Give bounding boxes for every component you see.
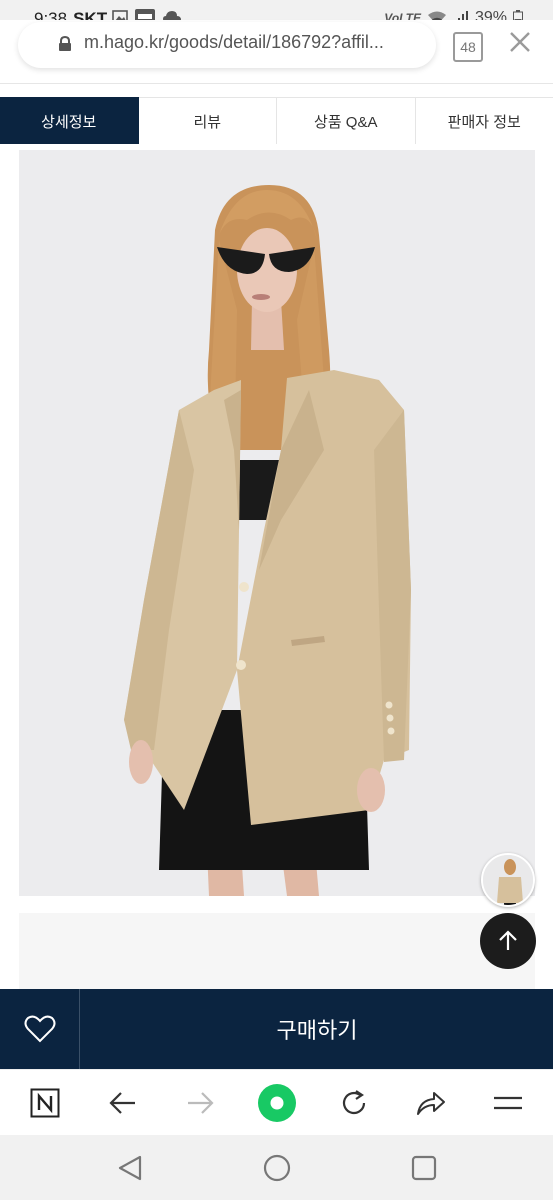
android-home-button[interactable] [262,1153,292,1183]
back-button[interactable] [106,1086,140,1120]
tab-count-button[interactable]: 48 [453,32,483,62]
tab-seller-info[interactable]: 판매자 정보 [415,97,553,144]
android-home-icon [263,1154,291,1182]
android-recents-button[interactable] [409,1153,439,1183]
browser-toolbar: m.hago.kr/goods/detail/186792?affil... 4… [0,20,553,84]
tab-qna[interactable]: 상품 Q&A [277,97,416,144]
home-green-icon [258,1084,296,1122]
menu-icon [494,1096,522,1110]
green-home-button[interactable] [257,1083,297,1123]
share-icon [417,1092,445,1115]
close-icon[interactable] [508,30,532,54]
heart-icon [24,1015,55,1043]
back-icon [109,1092,135,1114]
wishlist-button[interactable] [0,989,80,1069]
product-tabs: 상세정보 리뷰 상품 Q&A 판매자 정보 [0,97,553,144]
tab-reviews[interactable]: 리뷰 [138,97,277,144]
forward-icon [188,1092,214,1114]
arrow-up-icon [499,930,517,950]
android-navigation [0,1135,553,1200]
address-bar[interactable]: m.hago.kr/goods/detail/186792?affil... [18,22,436,68]
forward-button[interactable] [183,1086,217,1120]
tab-details[interactable]: 상세정보 [0,97,139,144]
buy-button[interactable]: 구매하기 [81,989,553,1069]
reload-button[interactable] [337,1086,371,1120]
content-placeholder [19,913,535,989]
menu-button[interactable] [491,1086,525,1120]
android-back-button[interactable] [115,1153,145,1183]
model-illustration [19,150,535,896]
purchase-bar: 구매하기 [0,989,553,1069]
scroll-top-button[interactable] [480,913,536,969]
naver-home-button[interactable] [28,1086,62,1120]
thumbnail-illustration [483,855,533,905]
product-thumbnail[interactable] [481,853,535,907]
naver-icon [30,1088,60,1118]
product-image [19,150,535,896]
share-button[interactable] [414,1086,448,1120]
browser-navigation [0,1069,553,1135]
android-back-icon [118,1155,142,1181]
reload-icon [342,1090,366,1115]
lock-icon [59,36,71,51]
url-text: m.hago.kr/goods/detail/186792?affil... [84,32,384,52]
android-recents-icon [411,1155,437,1181]
